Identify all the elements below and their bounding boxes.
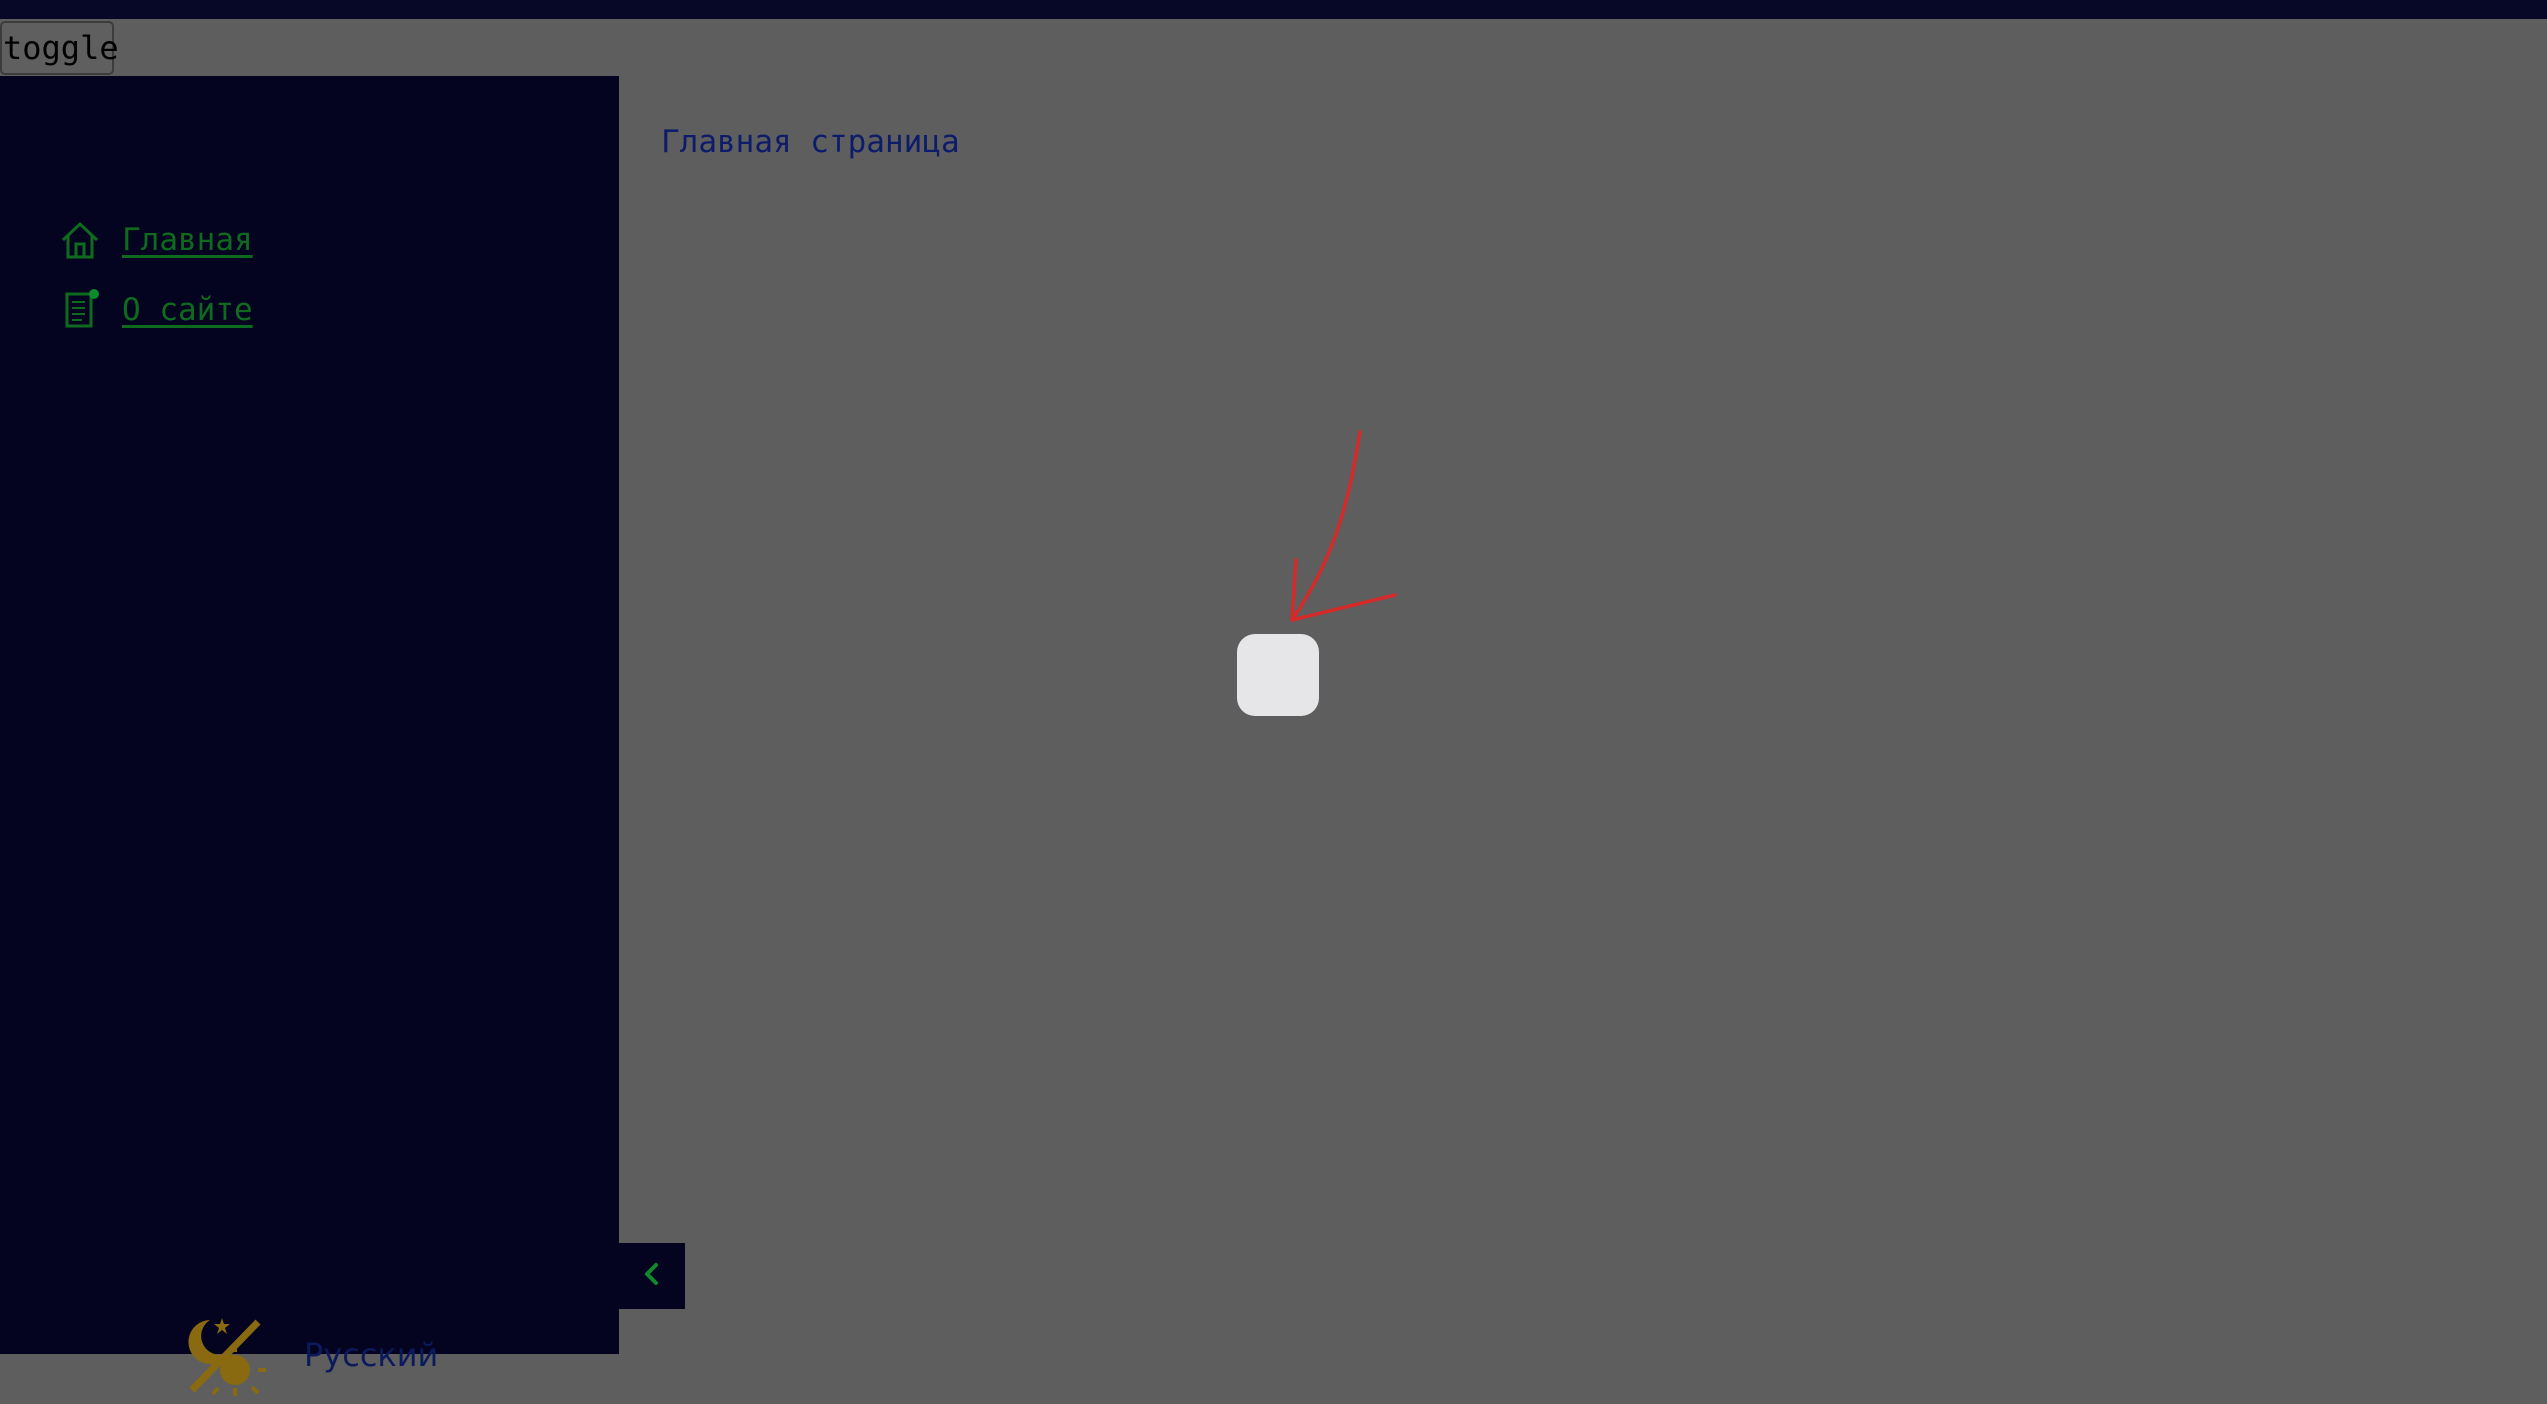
sidebar-item-label: Главная [122,222,253,258]
theme-switch-icon[interactable] [180,1310,270,1400]
toggle-button[interactable]: toggle [0,21,119,75]
top-bar [0,0,2547,19]
sidebar-item-label: О сайте [122,292,253,328]
language-selector[interactable]: Русский [304,1336,438,1374]
annotation-arrow [1290,430,1397,622]
sidebar: Главная О сайте Русский [0,76,619,1396]
chevron-left-icon [637,1259,667,1293]
sidebar-footer: Русский [180,1310,438,1400]
sidebar-collapse-button[interactable] [619,1243,685,1309]
sidebar-item-home[interactable]: Главная [58,218,253,262]
page-title: Главная страница [661,124,960,160]
sidebar-item-about[interactable]: О сайте [58,288,253,332]
loading-square [1237,634,1319,716]
document-icon [58,288,102,332]
home-icon [58,218,102,262]
